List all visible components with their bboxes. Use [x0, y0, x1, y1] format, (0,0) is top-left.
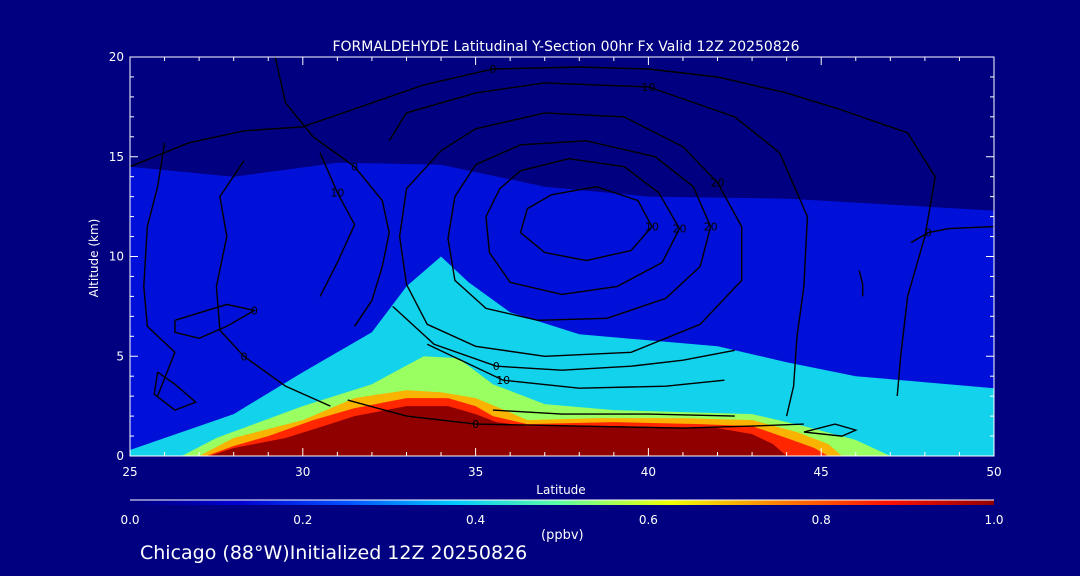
y-tick-label-4: 20	[109, 50, 124, 64]
x-tick-label-2: 35	[468, 465, 483, 479]
colorbar-tick-label-4: 0.8	[812, 513, 831, 527]
colorbar-tick-label-1: 0.2	[293, 513, 312, 527]
caption: Chicago (88°W)Initialized 12Z 20250826	[140, 542, 528, 564]
chart-root: FORMALDEHYDE Latitudinal Y-Section 00hr …	[87, 39, 1004, 527]
contour-label-6: 0	[351, 161, 358, 174]
contour-label-0: 0	[489, 63, 496, 76]
x-axis-label: Latitude	[536, 483, 585, 497]
colorbar	[130, 500, 994, 505]
contour-label-1: 10	[641, 81, 655, 94]
contour-label-5: 10	[645, 221, 659, 234]
y-tick-label-2: 10	[109, 250, 124, 264]
x-tick-label-1: 30	[295, 465, 310, 479]
colorbar-tick-label-0: 0.0	[120, 513, 139, 527]
y-tick-label-1: 5	[116, 349, 124, 363]
contour-label-8: 0	[493, 360, 500, 373]
y-tick-label-0: 0	[116, 449, 124, 463]
contour-label-7: 10	[330, 187, 344, 200]
colorbar-tick-label-5: 1.0	[984, 513, 1003, 527]
x-tick-label-3: 40	[641, 465, 656, 479]
x-tick-label-4: 45	[814, 465, 829, 479]
y-tick-label-3: 15	[109, 150, 124, 164]
x-tick-label-5: 50	[986, 465, 1001, 479]
contour-label-18: 0	[925, 227, 932, 240]
colorbar-tick-label-3: 0.6	[639, 513, 658, 527]
colorbar-units: (ppbv)	[541, 528, 584, 543]
colorbar-tick-label-2: 0.4	[466, 513, 485, 527]
x-tick-label-0: 25	[122, 465, 137, 479]
y-axis-label: Altitude (km)	[87, 219, 101, 298]
contour-label-4: 20	[673, 223, 687, 236]
contour-label-2: 20	[711, 177, 725, 190]
contour-label-3: 20	[704, 221, 718, 234]
contour-label-12: 0	[241, 350, 248, 363]
colorbar-ticks: 0.0 0.2 0.4 0.6 0.8 1.0	[120, 513, 1003, 527]
chart-title: FORMALDEHYDE Latitudinal Y-Section 00hr …	[332, 39, 799, 55]
heatmap-fills	[130, 162, 994, 456]
contour-label-9: 10	[496, 374, 510, 387]
contour-label-10: 0	[472, 418, 479, 431]
contour-label-13: 0	[251, 304, 258, 317]
